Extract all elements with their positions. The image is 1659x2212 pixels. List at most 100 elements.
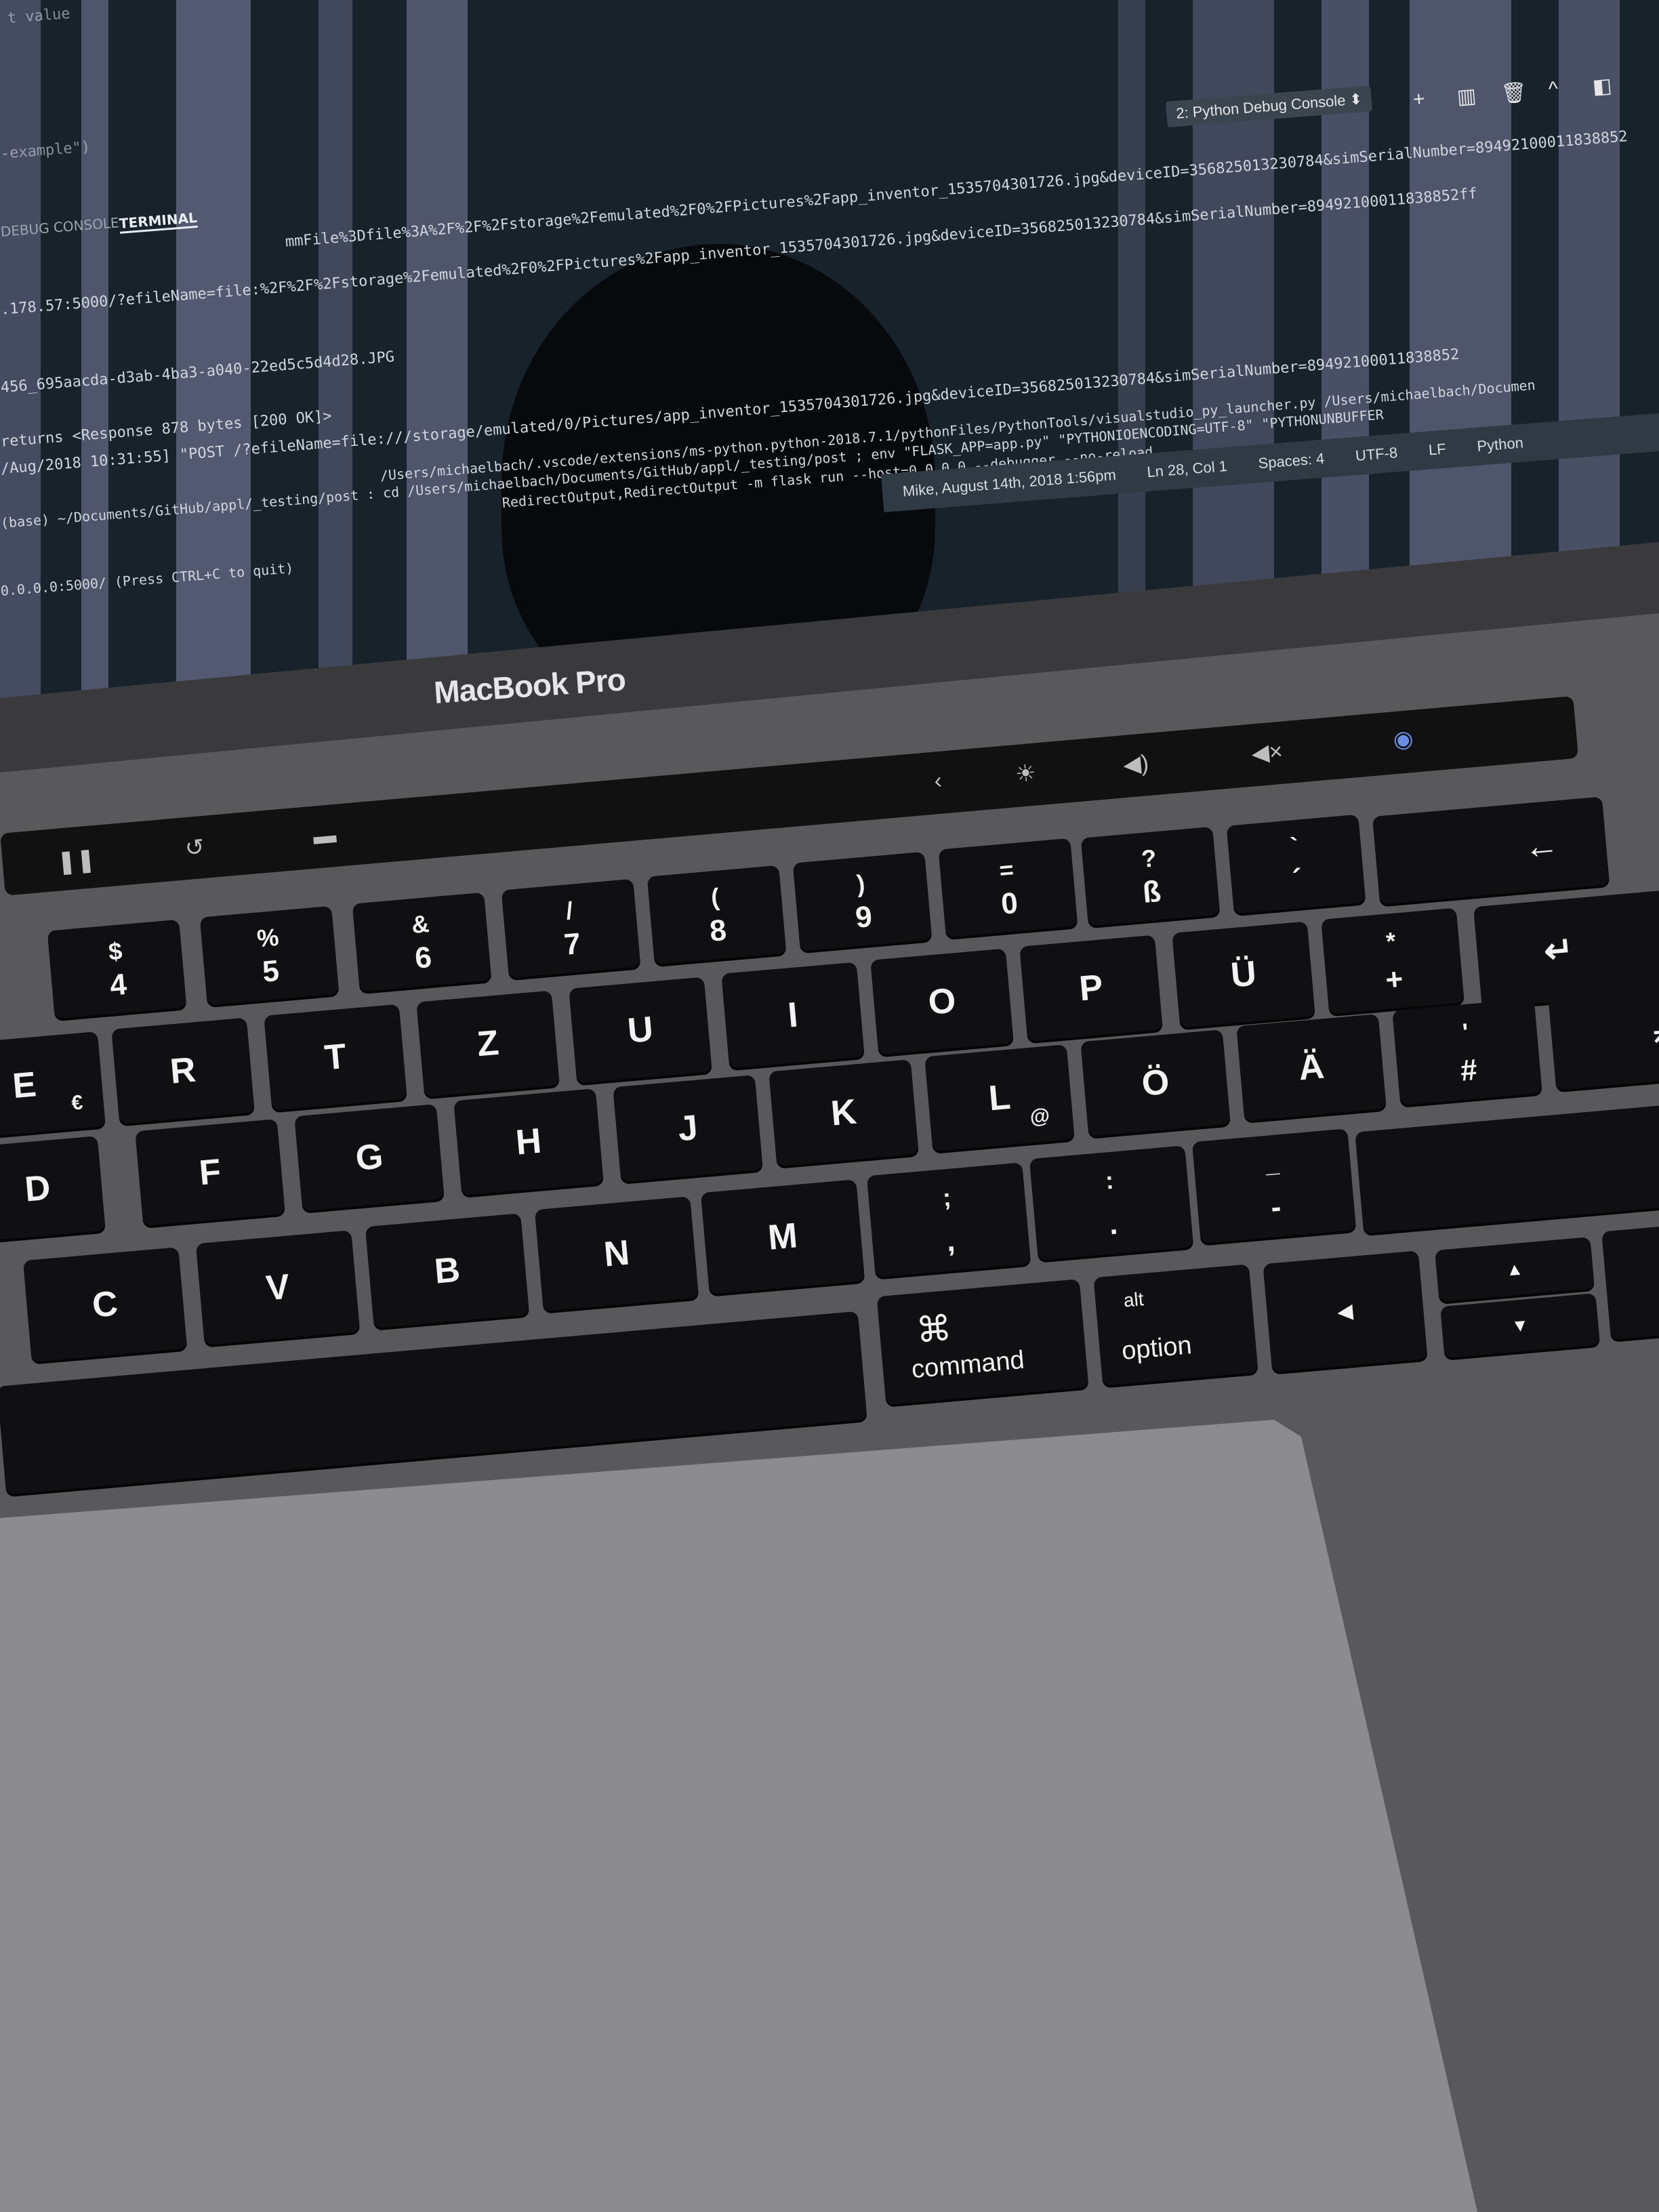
key-p[interactable]: P bbox=[1019, 935, 1163, 1042]
status-language[interactable]: Python bbox=[1477, 434, 1524, 455]
key-h[interactable]: H bbox=[453, 1088, 604, 1195]
key-i[interactable]: I bbox=[721, 962, 865, 1069]
key-legend: M bbox=[766, 1216, 800, 1258]
undo-icon[interactable]: ↺ bbox=[184, 834, 205, 862]
key-legend: - bbox=[1269, 1190, 1283, 1225]
brightness-icon[interactable]: ☀ bbox=[1014, 760, 1037, 789]
key-u[interactable]: U bbox=[569, 977, 712, 1084]
chevron-left-icon[interactable]: ‹ bbox=[933, 768, 943, 795]
key-legend: = bbox=[998, 855, 1015, 885]
mute-icon[interactable]: ◀× bbox=[1250, 738, 1284, 768]
backspace-icon: ← bbox=[1522, 825, 1561, 867]
key-legend: @ bbox=[1029, 1105, 1051, 1129]
key-l[interactable]: L @ bbox=[924, 1044, 1075, 1151]
key-legend: # bbox=[1459, 1053, 1479, 1088]
key-legend: / bbox=[565, 896, 574, 925]
key-9[interactable]: ) 9 bbox=[792, 851, 933, 951]
status-position[interactable]: Ln 28, Col 1 bbox=[1147, 457, 1228, 481]
status-eol[interactable]: LF bbox=[1428, 441, 1447, 459]
key-arrow-left[interactable]: ◀ bbox=[1263, 1250, 1428, 1372]
key-e[interactable]: E € bbox=[0, 1031, 106, 1138]
key-legend: _ bbox=[1264, 1149, 1280, 1178]
key-legend: H bbox=[514, 1121, 544, 1163]
status-spaces[interactable]: Spaces: 4 bbox=[1258, 450, 1326, 473]
screen-glare bbox=[407, 0, 468, 698]
command-icon: ⌘ bbox=[914, 1308, 954, 1351]
key-legend: ß bbox=[1141, 875, 1163, 910]
key-7[interactable]: /7 bbox=[501, 878, 641, 979]
plus-icon[interactable]: + bbox=[1412, 87, 1426, 111]
screen-glare bbox=[81, 0, 108, 698]
split-icon[interactable]: ▥ bbox=[1456, 84, 1477, 109]
key-accent[interactable]: ` ´ bbox=[1226, 814, 1366, 914]
key-z[interactable]: Z bbox=[416, 990, 560, 1097]
panel-icon[interactable]: ◧ bbox=[1592, 74, 1613, 99]
screen-glare bbox=[319, 0, 352, 698]
key-legend: * bbox=[1385, 926, 1397, 956]
key-n[interactable]: N bbox=[534, 1196, 699, 1311]
key-hash[interactable]: ' # bbox=[1392, 998, 1542, 1105]
key-legend: % bbox=[255, 922, 280, 953]
key-legend: P bbox=[1078, 967, 1105, 1009]
key-legend: R bbox=[168, 1050, 198, 1092]
key-return-lower[interactable]: ⌅ bbox=[1548, 983, 1659, 1090]
key-legend: ) bbox=[855, 869, 866, 898]
trash-icon[interactable]: 🗑 bbox=[1500, 81, 1528, 106]
key-j[interactable]: J bbox=[613, 1075, 763, 1182]
key-0[interactable]: = 0 bbox=[938, 838, 1078, 938]
key-ue[interactable]: Ü bbox=[1172, 921, 1315, 1028]
key-legend: F bbox=[197, 1151, 223, 1193]
key-colon[interactable]: :. bbox=[1029, 1145, 1194, 1261]
key-legend: 7 bbox=[562, 927, 582, 962]
key-legend: $ bbox=[107, 937, 123, 966]
key-6[interactable]: & 6 bbox=[352, 892, 492, 992]
key-legend: O bbox=[926, 981, 958, 1023]
arrow-left-icon: ◀ bbox=[1336, 1300, 1354, 1323]
arrow-down-icon: ▼ bbox=[1510, 1314, 1530, 1336]
volume-icon[interactable]: ◀) bbox=[1122, 750, 1150, 779]
status-encoding[interactable]: UTF-8 bbox=[1355, 444, 1398, 465]
laptop-photo: DEBUG CONSOLE TERMINAL 2: Python Debug C… bbox=[0, 0, 1659, 2212]
key-semicolon[interactable]: ;, bbox=[866, 1162, 1031, 1277]
key-legend: command bbox=[910, 1346, 1026, 1385]
key-5[interactable]: % 5 bbox=[199, 905, 340, 1006]
key-4[interactable]: $4 bbox=[47, 919, 187, 1019]
key-ae[interactable]: Ä bbox=[1236, 1014, 1387, 1121]
key-k[interactable]: K bbox=[769, 1059, 919, 1166]
pause-icon[interactable]: ❚❚ bbox=[56, 846, 96, 876]
key-b[interactable]: B bbox=[365, 1213, 530, 1328]
key-c[interactable]: C bbox=[22, 1247, 188, 1362]
key-minus[interactable]: _ - bbox=[1191, 1128, 1357, 1244]
key-legend: ´ bbox=[1291, 863, 1305, 897]
key-legend: Ä bbox=[1296, 1046, 1326, 1088]
key-r[interactable]: R bbox=[111, 1017, 255, 1124]
key-legend: Z bbox=[475, 1023, 501, 1065]
screen-icon[interactable]: ▬ bbox=[312, 822, 337, 851]
key-option[interactable]: alt option bbox=[1093, 1264, 1258, 1386]
key-plus[interactable]: * + bbox=[1321, 907, 1465, 1015]
key-command[interactable]: ⌘ command bbox=[876, 1279, 1089, 1405]
key-legend: 0 bbox=[1000, 886, 1019, 922]
key-legend: 8 bbox=[708, 914, 728, 949]
key-v[interactable]: V bbox=[195, 1230, 361, 1345]
key-legend: € bbox=[70, 1091, 84, 1115]
key-legend: K bbox=[829, 1092, 859, 1134]
key-legend: + bbox=[1384, 962, 1405, 998]
key-f[interactable]: F bbox=[135, 1119, 285, 1226]
siri-icon[interactable]: ◉ bbox=[1392, 725, 1414, 754]
key-o[interactable]: O bbox=[870, 948, 1014, 1055]
key-legend: Ü bbox=[1229, 954, 1258, 996]
key-m[interactable]: M bbox=[700, 1179, 865, 1294]
key-g[interactable]: G bbox=[294, 1104, 445, 1211]
key-legend: E bbox=[11, 1065, 38, 1107]
key-legend: alt bbox=[1122, 1288, 1145, 1311]
key-arrow-right[interactable] bbox=[1601, 1225, 1659, 1340]
chevron-up-icon[interactable]: ^ bbox=[1548, 78, 1559, 102]
key-oe[interactable]: Ö bbox=[1080, 1029, 1231, 1136]
status-git[interactable]: Mike, August 14th, 2018 1:56pm bbox=[902, 466, 1117, 501]
key-legend: D bbox=[23, 1168, 52, 1210]
key-sz[interactable]: ? ß bbox=[1080, 826, 1221, 926]
key-d[interactable]: D bbox=[0, 1136, 106, 1243]
key-t[interactable]: T bbox=[264, 1004, 407, 1111]
key-8[interactable]: (8 bbox=[647, 865, 787, 965]
